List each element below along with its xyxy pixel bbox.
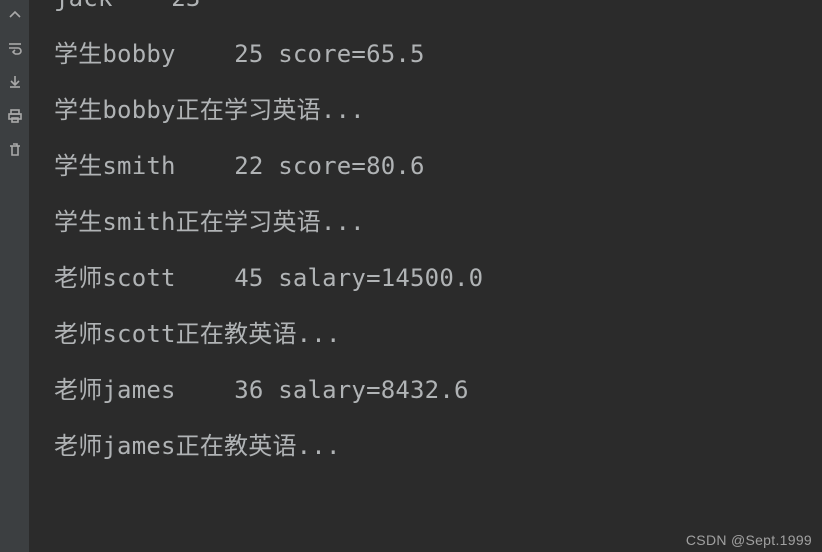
console-output[interactable]: jack 23 学生bobby 25 score=65.5 学生bobby正在学… <box>30 0 822 552</box>
download-icon[interactable] <box>7 74 23 90</box>
console-line: 老师scott正在教英语... <box>54 306 822 362</box>
console-line: 老师james正在教英语... <box>54 418 822 474</box>
console-line: jack 23 <box>54 0 822 26</box>
console-line: 学生bobby正在学习英语... <box>54 82 822 138</box>
wrap-text-icon[interactable] <box>7 40 23 56</box>
console-gutter <box>0 0 30 552</box>
console-line: 学生smith正在学习英语... <box>54 194 822 250</box>
console-line: 老师james 36 salary=8432.6 <box>54 362 822 418</box>
console-line: 老师scott 45 salary=14500.0 <box>54 250 822 306</box>
console-line: 学生smith 22 score=80.6 <box>54 138 822 194</box>
app-root: jack 23 学生bobby 25 score=65.5 学生bobby正在学… <box>0 0 822 552</box>
watermark: CSDN @Sept.1999 <box>686 532 812 548</box>
up-arrow-fragment-icon[interactable] <box>7 6 23 22</box>
print-icon[interactable] <box>7 108 23 124</box>
trash-icon[interactable] <box>7 142 23 158</box>
console-line: 学生bobby 25 score=65.5 <box>54 26 822 82</box>
